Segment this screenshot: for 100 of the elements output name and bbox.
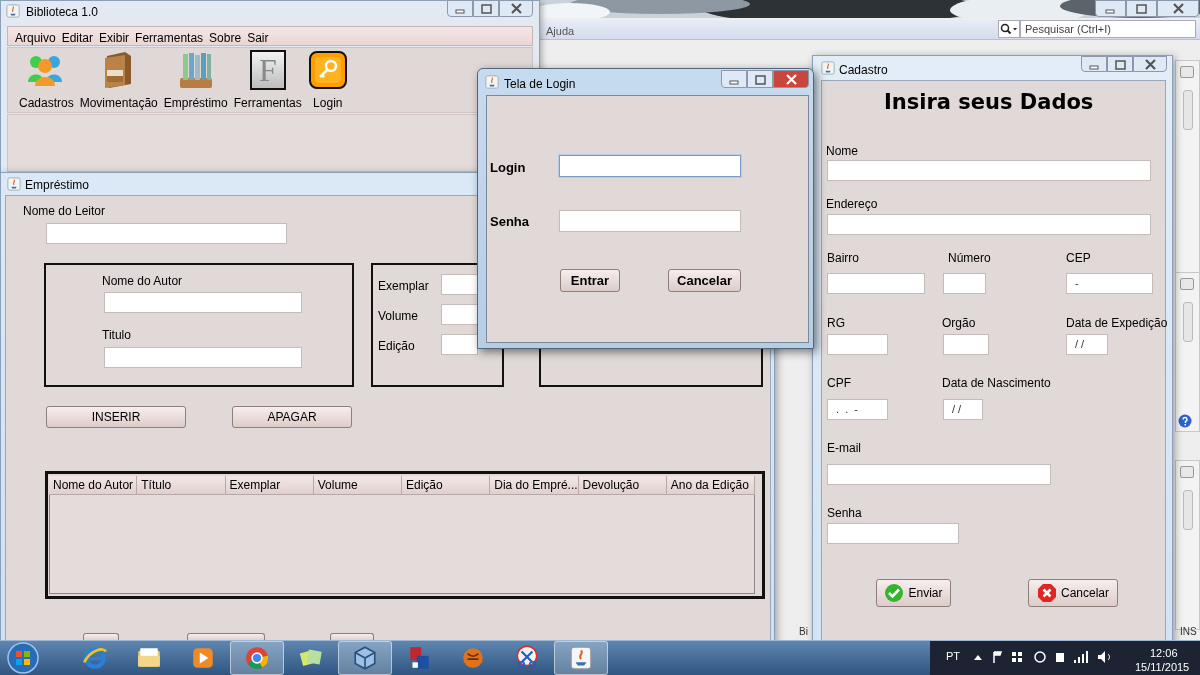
input-field[interactable] <box>943 334 989 355</box>
field-label: Data de Expedição <box>1066 315 1168 332</box>
field-label: Número <box>948 250 991 267</box>
input-field[interactable]: / / <box>943 399 983 420</box>
toolbar-button[interactable]: Movimentação <box>79 50 158 112</box>
play-icon <box>190 645 216 671</box>
java-icon <box>6 4 20 18</box>
scissors-icon <box>514 645 540 671</box>
input-field[interactable] <box>827 523 959 544</box>
column-header[interactable]: Devolução <box>578 476 667 495</box>
window-title: Biblioteca 1.0 <box>26 4 99 21</box>
button[interactable]: Cancelar <box>1028 579 1118 607</box>
menu-item[interactable]: Sobre <box>209 29 242 47</box>
input-field[interactable] <box>827 214 1151 235</box>
search-field[interactable]: Pesquisar (Ctrl+I) <box>1020 20 1196 38</box>
column-header[interactable]: Título <box>137 476 226 495</box>
input-field[interactable]: - <box>1066 273 1153 294</box>
form-heading: Insira seus Dados <box>884 89 1094 116</box>
panel-button[interactable] <box>1180 278 1194 290</box>
input-field[interactable] <box>441 274 478 295</box>
menu-item[interactable]: Arquivo <box>15 29 56 47</box>
field-label: Volume <box>378 308 419 325</box>
menu-item[interactable]: Ferramentas <box>135 29 204 47</box>
field-label: Exemplar <box>378 278 429 295</box>
menu-item[interactable]: Exibir <box>99 29 130 47</box>
column-header[interactable]: Volume <box>313 476 402 495</box>
field-label: CEP <box>1066 250 1091 267</box>
cube-icon <box>352 645 378 671</box>
toolbar-button[interactable]: Login <box>307 50 348 112</box>
menu-item[interactable]: Sair <box>247 29 269 47</box>
column-header[interactable]: Exemplar <box>225 476 314 495</box>
toolbar-button[interactable]: Cadastros <box>19 50 74 112</box>
java-icon <box>7 177 21 191</box>
field-label: Login <box>490 159 526 177</box>
input-field[interactable] <box>827 334 888 355</box>
scrollbar-thumb[interactable] <box>1183 302 1193 342</box>
clock-time: 12:06 <box>1150 646 1178 661</box>
toolbar-button[interactable]: F Ferramentas <box>233 50 302 112</box>
language-indicator[interactable]: PT <box>946 648 961 665</box>
panel-button[interactable] <box>1180 466 1194 478</box>
start-button[interactable] <box>6 641 40 675</box>
taskbar-button[interactable] <box>338 641 392 675</box>
button[interactable]: Enviar <box>876 579 951 607</box>
scrollbar-thumb[interactable] <box>1183 90 1193 130</box>
toolbar-button[interactable]: Empréstimo <box>163 50 228 112</box>
check-icon <box>884 583 905 603</box>
clock-date: 15/11/2015 <box>1135 660 1190 675</box>
field-label: Orgão <box>942 315 976 332</box>
cancel-icon <box>1037 583 1057 603</box>
menu-item[interactable]: Editar <box>61 29 94 47</box>
field-label: Nome <box>826 143 858 160</box>
column-header[interactable]: Nome do Autor <box>49 476 138 495</box>
button[interactable]: INSERIR <box>46 406 186 428</box>
field-label: CPF <box>827 375 851 392</box>
field-label: RG <box>827 315 845 332</box>
key-icon <box>307 50 348 90</box>
input-field[interactable] <box>104 347 302 368</box>
window-title: Cadastro <box>839 62 888 79</box>
input-field[interactable] <box>46 223 287 244</box>
field-label: Nome do Leitor <box>23 203 106 220</box>
letter-tile-icon: F <box>249 50 286 90</box>
input-field[interactable]: . . - <box>827 399 888 420</box>
field-label: Endereço <box>826 196 878 213</box>
globe-icon <box>82 645 108 671</box>
column-header[interactable]: Ano da Edição <box>666 476 755 495</box>
field-label: Nome do Autor <box>102 273 183 290</box>
input-field[interactable] <box>827 273 925 294</box>
input-field[interactable] <box>559 210 741 232</box>
field-label: Senha <box>827 505 862 522</box>
field-label: E-mail <box>827 440 861 457</box>
input-field[interactable] <box>441 304 478 325</box>
column-header[interactable]: Edição <box>402 476 491 495</box>
status-text: Bi <box>799 625 808 639</box>
java-icon <box>485 75 499 89</box>
button[interactable]: APAGAR <box>232 406 352 428</box>
input-field[interactable] <box>943 273 986 294</box>
field-label: Edição <box>378 338 415 355</box>
help-icon <box>1178 414 1192 428</box>
field-label: Data de Nascimento <box>942 375 1051 392</box>
field-label: Bairro <box>827 250 859 267</box>
input-field[interactable] <box>441 334 478 355</box>
field-label: Titulo <box>102 327 131 344</box>
browser-icon <box>244 645 270 671</box>
status-text: INS <box>1180 625 1197 639</box>
panel-button[interactable] <box>1180 66 1194 78</box>
button[interactable]: Entrar <box>560 269 620 292</box>
button[interactable]: Cancelar <box>668 269 741 292</box>
java-icon <box>568 645 594 671</box>
input-field[interactable] <box>104 292 302 313</box>
input-field[interactable] <box>559 155 741 177</box>
field-label: Senha <box>490 213 529 231</box>
input-field[interactable] <box>827 464 1051 485</box>
taskbar-button[interactable] <box>554 641 608 675</box>
scrollbar-thumb[interactable] <box>1183 490 1193 530</box>
column-header[interactable]: Dia do Empré... <box>490 476 579 495</box>
java-icon <box>821 61 835 75</box>
menu-item[interactable]: Ajuda <box>546 23 575 40</box>
input-field[interactable] <box>827 160 1151 181</box>
window-title: Tela de Login <box>504 76 576 93</box>
input-field[interactable]: / / <box>1066 334 1108 355</box>
